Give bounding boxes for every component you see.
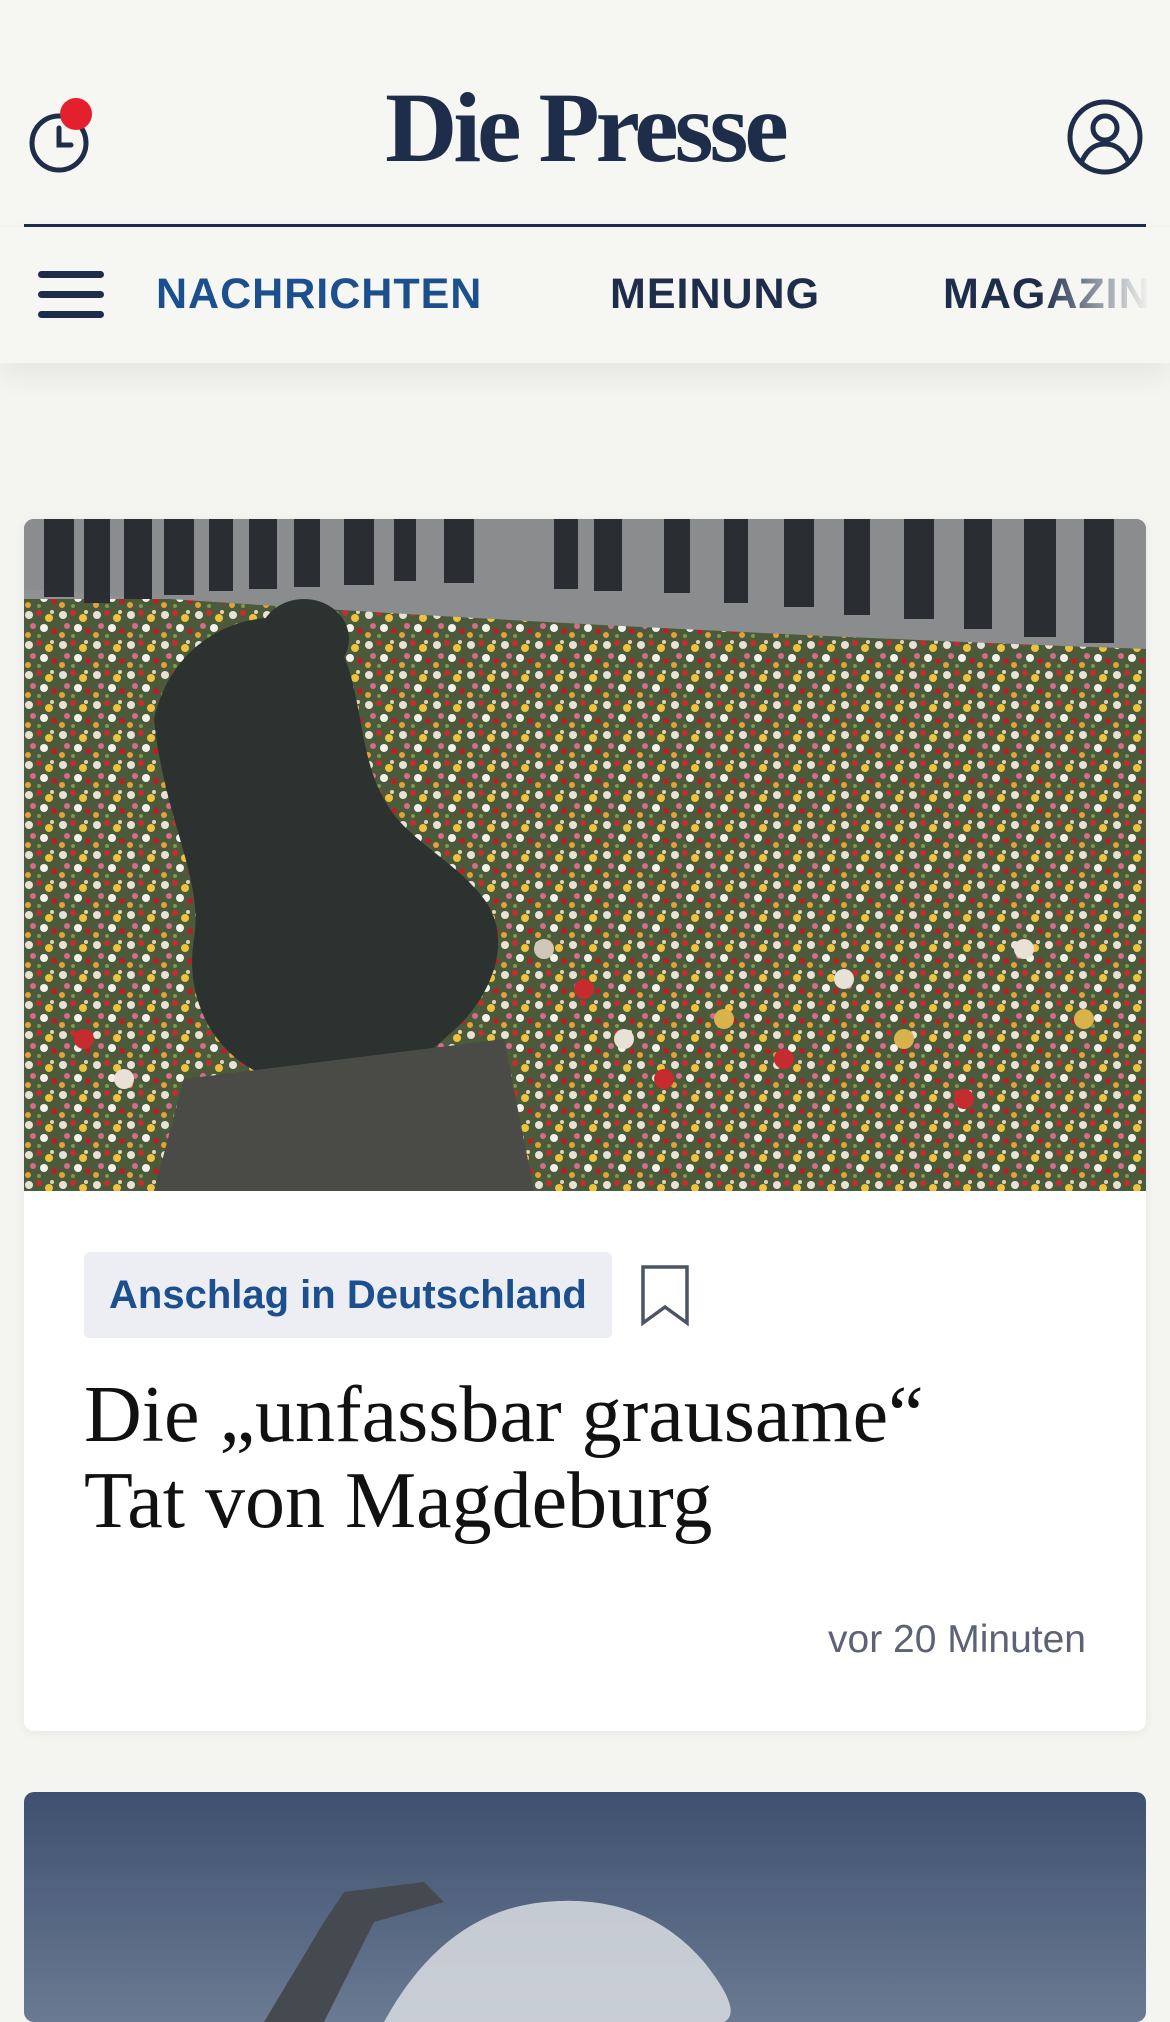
- article-topic-tag[interactable]: Anschlag in Deutschland: [84, 1252, 612, 1338]
- menu-icon-line: [38, 311, 104, 318]
- headline-line-2: Tat von Magdeburg: [84, 1457, 713, 1545]
- article-card[interactable]: Anschlag in Deutschland Die „unfassbar g…: [24, 519, 1146, 1731]
- article-hero-image[interactable]: [24, 519, 1146, 1191]
- article-headline[interactable]: Die „unfassbar grausame“ Tat von Magdebu…: [84, 1372, 984, 1544]
- bookmark-icon[interactable]: [639, 1263, 691, 1327]
- menu-icon-line: [38, 291, 104, 298]
- top-bar: Die Presse: [0, 0, 1170, 225]
- section-nav: NACHRICHTEN MEINUNG MAGAZIN: [0, 227, 1170, 363]
- next-article-image[interactable]: [24, 1792, 1146, 2022]
- nav-item-meinung[interactable]: MEINUNG: [610, 273, 820, 316]
- nav-item-nachrichten[interactable]: NACHRICHTEN: [156, 273, 482, 316]
- article-timestamp: vor 20 Minuten: [828, 1618, 1086, 1661]
- menu-button[interactable]: [38, 267, 106, 323]
- brand-logo[interactable]: Die Presse: [0, 78, 1170, 178]
- nav-scroll-fade: [1040, 227, 1170, 363]
- user-icon: [1067, 99, 1143, 175]
- menu-icon: [38, 271, 104, 278]
- account-button[interactable]: [1066, 98, 1144, 176]
- headline-line-1: Die „unfassbar grausame“: [84, 1371, 924, 1459]
